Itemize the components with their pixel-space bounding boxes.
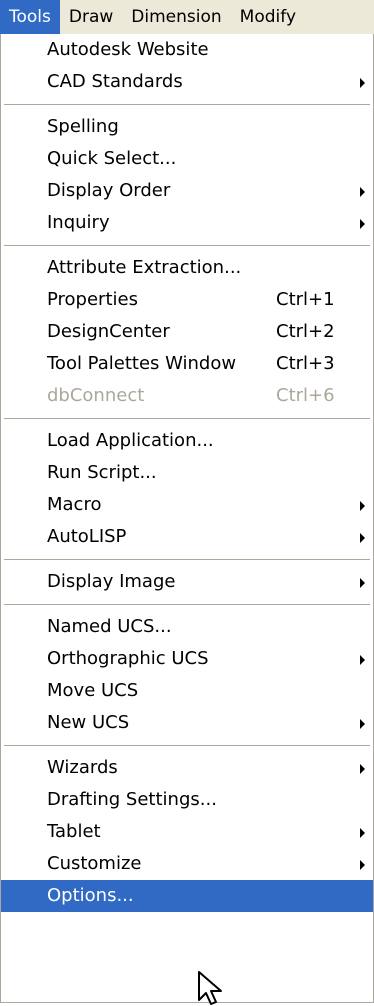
menu-item-label: Tablet — [47, 821, 101, 842]
submenu-arrow-icon — [360, 219, 365, 229]
tools-dropdown-menu: Autodesk Website CAD Standards Spelling Qui… — [0, 34, 374, 1003]
menu-item-label: Drafting Settings... — [47, 789, 217, 810]
menu-item-autolisp[interactable]: AutoLISP — [1, 521, 373, 553]
mouse-pointer-icon — [198, 971, 222, 1005]
menu-item-dbconnect: dbConnect Ctrl+6 — [1, 380, 373, 412]
menu-item-options[interactable]: Options... — [1, 880, 373, 912]
menu-item-label: Tool Palettes Window — [47, 353, 237, 374]
menu-item-label: Orthographic UCS — [47, 648, 209, 669]
menu-item-label: CAD Standards — [47, 71, 183, 92]
submenu-arrow-icon — [360, 719, 365, 729]
menu-item-label: Macro — [47, 494, 102, 515]
menu-item-shortcut: Ctrl+6 — [276, 385, 335, 406]
menu-item-named-ucs[interactable]: Named UCS... — [1, 611, 373, 643]
menu-item-label: Autodesk Website — [47, 39, 209, 60]
menu-item-shortcut: Ctrl+2 — [276, 321, 335, 342]
menu-item-label: Run Script... — [47, 462, 157, 483]
menu-separator — [1, 98, 373, 111]
submenu-arrow-icon — [360, 828, 365, 838]
menubar-item-draw[interactable]: Draw — [60, 0, 122, 34]
menu-item-label: Wizards — [47, 757, 118, 778]
menu-item-label: Customize — [47, 853, 142, 874]
menu-item-label: Spelling — [47, 116, 119, 137]
menu-item-label: Quick Select... — [47, 148, 177, 169]
menu-item-label: DesignCenter — [47, 321, 170, 342]
submenu-arrow-icon — [360, 501, 365, 511]
menu-item-label: dbConnect — [47, 385, 145, 406]
submenu-arrow-icon — [360, 533, 365, 543]
submenu-arrow-icon — [360, 655, 365, 665]
menu-item-label: Properties — [47, 289, 138, 310]
menu-item-tool-palettes-window[interactable]: Tool Palettes Window Ctrl+3 — [1, 348, 373, 380]
submenu-arrow-icon — [360, 78, 365, 88]
menu-separator — [1, 553, 373, 566]
menu-item-shortcut: Ctrl+1 — [276, 289, 335, 310]
menu-item-shortcut: Ctrl+3 — [276, 353, 335, 374]
menu-item-quick-select[interactable]: Quick Select... — [1, 143, 373, 175]
menu-item-autodesk-website[interactable]: Autodesk Website — [1, 34, 373, 66]
menu-item-label: New UCS — [47, 712, 130, 733]
menu-item-customize[interactable]: Customize — [1, 848, 373, 880]
menu-item-designcenter[interactable]: DesignCenter Ctrl+2 — [1, 316, 373, 348]
menubar-item-tools[interactable]: Tools — [0, 0, 60, 34]
menu-separator — [1, 739, 373, 752]
menu-item-label: Move UCS — [47, 680, 139, 701]
menu-item-label: Attribute Extraction... — [47, 257, 242, 278]
menu-item-load-application[interactable]: Load Application... — [1, 425, 373, 457]
menu-item-cad-standards[interactable]: CAD Standards — [1, 66, 373, 98]
menu-separator — [1, 412, 373, 425]
submenu-arrow-icon — [360, 860, 365, 870]
menu-item-macro[interactable]: Macro — [1, 489, 373, 521]
menu-item-label: Named UCS... — [47, 616, 172, 637]
submenu-arrow-icon — [360, 764, 365, 774]
menu-item-label: AutoLISP — [47, 526, 127, 547]
menu-item-tablet[interactable]: Tablet — [1, 816, 373, 848]
menu-item-label: Options... — [47, 885, 134, 906]
menu-item-spelling[interactable]: Spelling — [1, 111, 373, 143]
submenu-arrow-icon — [360, 578, 365, 588]
menu-separator — [1, 598, 373, 611]
menu-item-label: Inquiry — [47, 212, 110, 233]
menu-item-move-ucs[interactable]: Move UCS — [1, 675, 373, 707]
menu-item-display-image[interactable]: Display Image — [1, 566, 373, 598]
menu-item-inquiry[interactable]: Inquiry — [1, 207, 373, 239]
menubar-item-dimension[interactable]: Dimension — [122, 0, 230, 34]
menu-item-orthographic-ucs[interactable]: Orthographic UCS — [1, 643, 373, 675]
submenu-arrow-icon — [360, 187, 365, 197]
menu-item-drafting-settings[interactable]: Drafting Settings... — [1, 784, 373, 816]
menu-item-label: Load Application... — [47, 430, 214, 451]
menu-item-attribute-extraction[interactable]: Attribute Extraction... — [1, 252, 373, 284]
menu-item-properties[interactable]: Properties Ctrl+1 — [1, 284, 373, 316]
menu-item-display-order[interactable]: Display Order — [1, 175, 373, 207]
menu-item-label: Display Image — [47, 571, 176, 592]
menu-item-run-script[interactable]: Run Script... — [1, 457, 373, 489]
menu-separator — [1, 239, 373, 252]
menu-item-new-ucs[interactable]: New UCS — [1, 707, 373, 739]
menu-item-wizards[interactable]: Wizards — [1, 752, 373, 784]
menubar-item-modify[interactable]: Modify — [231, 0, 305, 34]
menu-bar: Tools Draw Dimension Modify — [0, 0, 374, 34]
menu-item-label: Display Order — [47, 180, 171, 201]
